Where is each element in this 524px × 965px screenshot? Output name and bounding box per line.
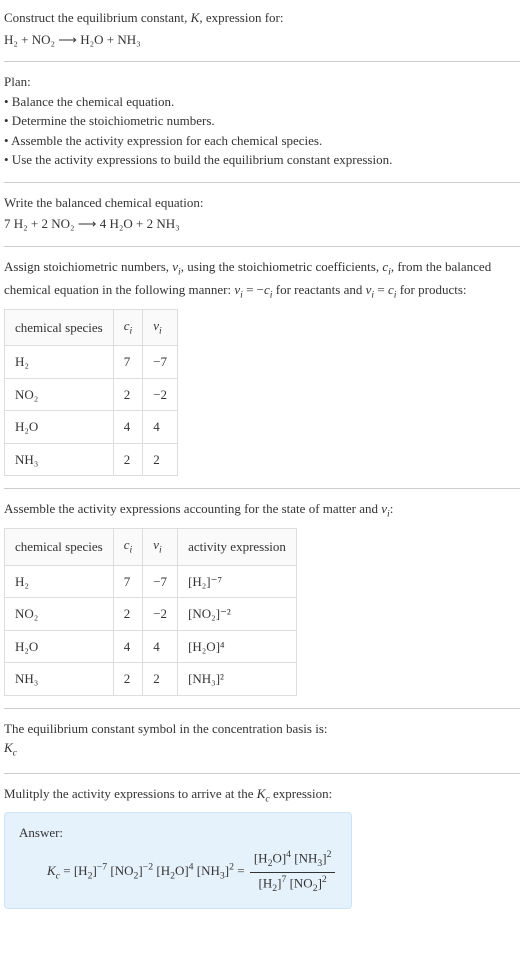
activity-block: Assemble the activity expressions accoun… bbox=[4, 499, 520, 695]
intro-line: Construct the equilibrium constant, K, e… bbox=[4, 8, 520, 28]
cell-c: 4 bbox=[113, 411, 143, 444]
cell-v: 4 bbox=[143, 411, 178, 444]
col-expr: activity expression bbox=[178, 529, 297, 565]
divider bbox=[4, 246, 520, 247]
col-v: νi bbox=[143, 529, 178, 565]
answer-denominator: [H2]7 [NO2]2 bbox=[250, 873, 336, 897]
table-header-row: chemical species ci νi bbox=[5, 309, 178, 345]
table-row: H₂O 4 4 bbox=[5, 411, 178, 444]
table-row: H₂ 7 −7 [H₂]⁻⁷ bbox=[5, 565, 297, 598]
stoich-table: chemical species ci νi H₂ 7 −7 NO₂ 2 −2 … bbox=[4, 309, 178, 476]
answer-label: Answer: bbox=[19, 823, 337, 843]
col-species: chemical species bbox=[5, 309, 114, 345]
cell-v: −2 bbox=[143, 378, 178, 411]
answer-fraction: [H2O]4 [NH3]2 [H2]7 [NO2]2 bbox=[250, 848, 336, 896]
answer-box: Answer: Kc = [H2]−7 [NO2]−2 [H2O]4 [NH3]… bbox=[4, 812, 352, 910]
answer-equation: Kc = [H2]−7 [NO2]−2 [H2O]4 [NH3]2 = [H2O… bbox=[19, 844, 337, 896]
cell-v: 2 bbox=[143, 443, 178, 476]
table-row: NO₂ 2 −2 bbox=[5, 378, 178, 411]
symbol-kc: Kc bbox=[4, 738, 520, 761]
balanced-heading: Write the balanced chemical equation: bbox=[4, 193, 520, 213]
cell-expr: [NO₂]⁻² bbox=[178, 598, 297, 631]
stoich-intro: Assign stoichiometric numbers, νi, using… bbox=[4, 257, 520, 303]
cell-expr: [H₂]⁻⁷ bbox=[178, 565, 297, 598]
cell-v: 2 bbox=[143, 663, 178, 696]
col-c: ci bbox=[113, 309, 143, 345]
cell-species: H₂O bbox=[5, 411, 114, 444]
multiply-block: Mulitply the activity expressions to arr… bbox=[4, 784, 520, 909]
divider bbox=[4, 61, 520, 62]
symbol-line: The equilibrium constant symbol in the c… bbox=[4, 719, 520, 739]
col-v: νi bbox=[143, 309, 178, 345]
col-c: ci bbox=[113, 529, 143, 565]
cell-c: 2 bbox=[113, 598, 143, 631]
cell-v: 4 bbox=[143, 630, 178, 663]
activity-intro: Assemble the activity expressions accoun… bbox=[4, 499, 520, 522]
divider bbox=[4, 773, 520, 774]
cell-v: −7 bbox=[143, 346, 178, 379]
cell-expr: [H₂O]⁴ bbox=[178, 630, 297, 663]
plan-bullet: • Determine the stoichiometric numbers. bbox=[4, 111, 520, 131]
intro-equation: H₂ + NO₂ ⟶ H₂O + NH₃ bbox=[4, 30, 520, 50]
cell-species: NH₃ bbox=[5, 663, 114, 696]
cell-c: 2 bbox=[113, 443, 143, 476]
table-row: H₂ 7 −7 bbox=[5, 346, 178, 379]
cell-v: −2 bbox=[143, 598, 178, 631]
activity-table: chemical species ci νi activity expressi… bbox=[4, 528, 297, 695]
intro-block: Construct the equilibrium constant, K, e… bbox=[4, 8, 520, 49]
cell-v: −7 bbox=[143, 565, 178, 598]
cell-species: H₂ bbox=[5, 565, 114, 598]
divider bbox=[4, 182, 520, 183]
cell-species: NH₃ bbox=[5, 443, 114, 476]
cell-c: 7 bbox=[113, 346, 143, 379]
divider bbox=[4, 488, 520, 489]
table-header-row: chemical species ci νi activity expressi… bbox=[5, 529, 297, 565]
plan-bullet: • Assemble the activity expression for e… bbox=[4, 131, 520, 151]
cell-c: 4 bbox=[113, 630, 143, 663]
divider bbox=[4, 708, 520, 709]
answer-numerator: [H2O]4 [NH3]2 bbox=[250, 848, 336, 873]
table-row: H₂O 4 4 [H₂O]⁴ bbox=[5, 630, 297, 663]
multiply-line: Mulitply the activity expressions to arr… bbox=[4, 784, 520, 807]
cell-species: H₂ bbox=[5, 346, 114, 379]
balanced-equation: 7 H₂ + 2 NO₂ ⟶ 4 H₂O + 2 NH₃ bbox=[4, 214, 520, 234]
plan-bullet: • Use the activity expressions to build … bbox=[4, 150, 520, 170]
plan-heading: Plan: bbox=[4, 72, 520, 92]
balanced-block: Write the balanced chemical equation: 7 … bbox=[4, 193, 520, 234]
plan-block: Plan: • Balance the chemical equation. •… bbox=[4, 72, 520, 170]
cell-species: H₂O bbox=[5, 630, 114, 663]
stoich-block: Assign stoichiometric numbers, νi, using… bbox=[4, 257, 520, 477]
table-row: NO₂ 2 −2 [NO₂]⁻² bbox=[5, 598, 297, 631]
col-species: chemical species bbox=[5, 529, 114, 565]
cell-expr: [NH₃]² bbox=[178, 663, 297, 696]
plan-bullet: • Balance the chemical equation. bbox=[4, 92, 520, 112]
cell-c: 2 bbox=[113, 663, 143, 696]
cell-species: NO₂ bbox=[5, 378, 114, 411]
table-row: NH₃ 2 2 [NH₃]² bbox=[5, 663, 297, 696]
cell-c: 2 bbox=[113, 378, 143, 411]
cell-c: 7 bbox=[113, 565, 143, 598]
table-row: NH₃ 2 2 bbox=[5, 443, 178, 476]
symbol-block: The equilibrium constant symbol in the c… bbox=[4, 719, 520, 762]
cell-species: NO₂ bbox=[5, 598, 114, 631]
